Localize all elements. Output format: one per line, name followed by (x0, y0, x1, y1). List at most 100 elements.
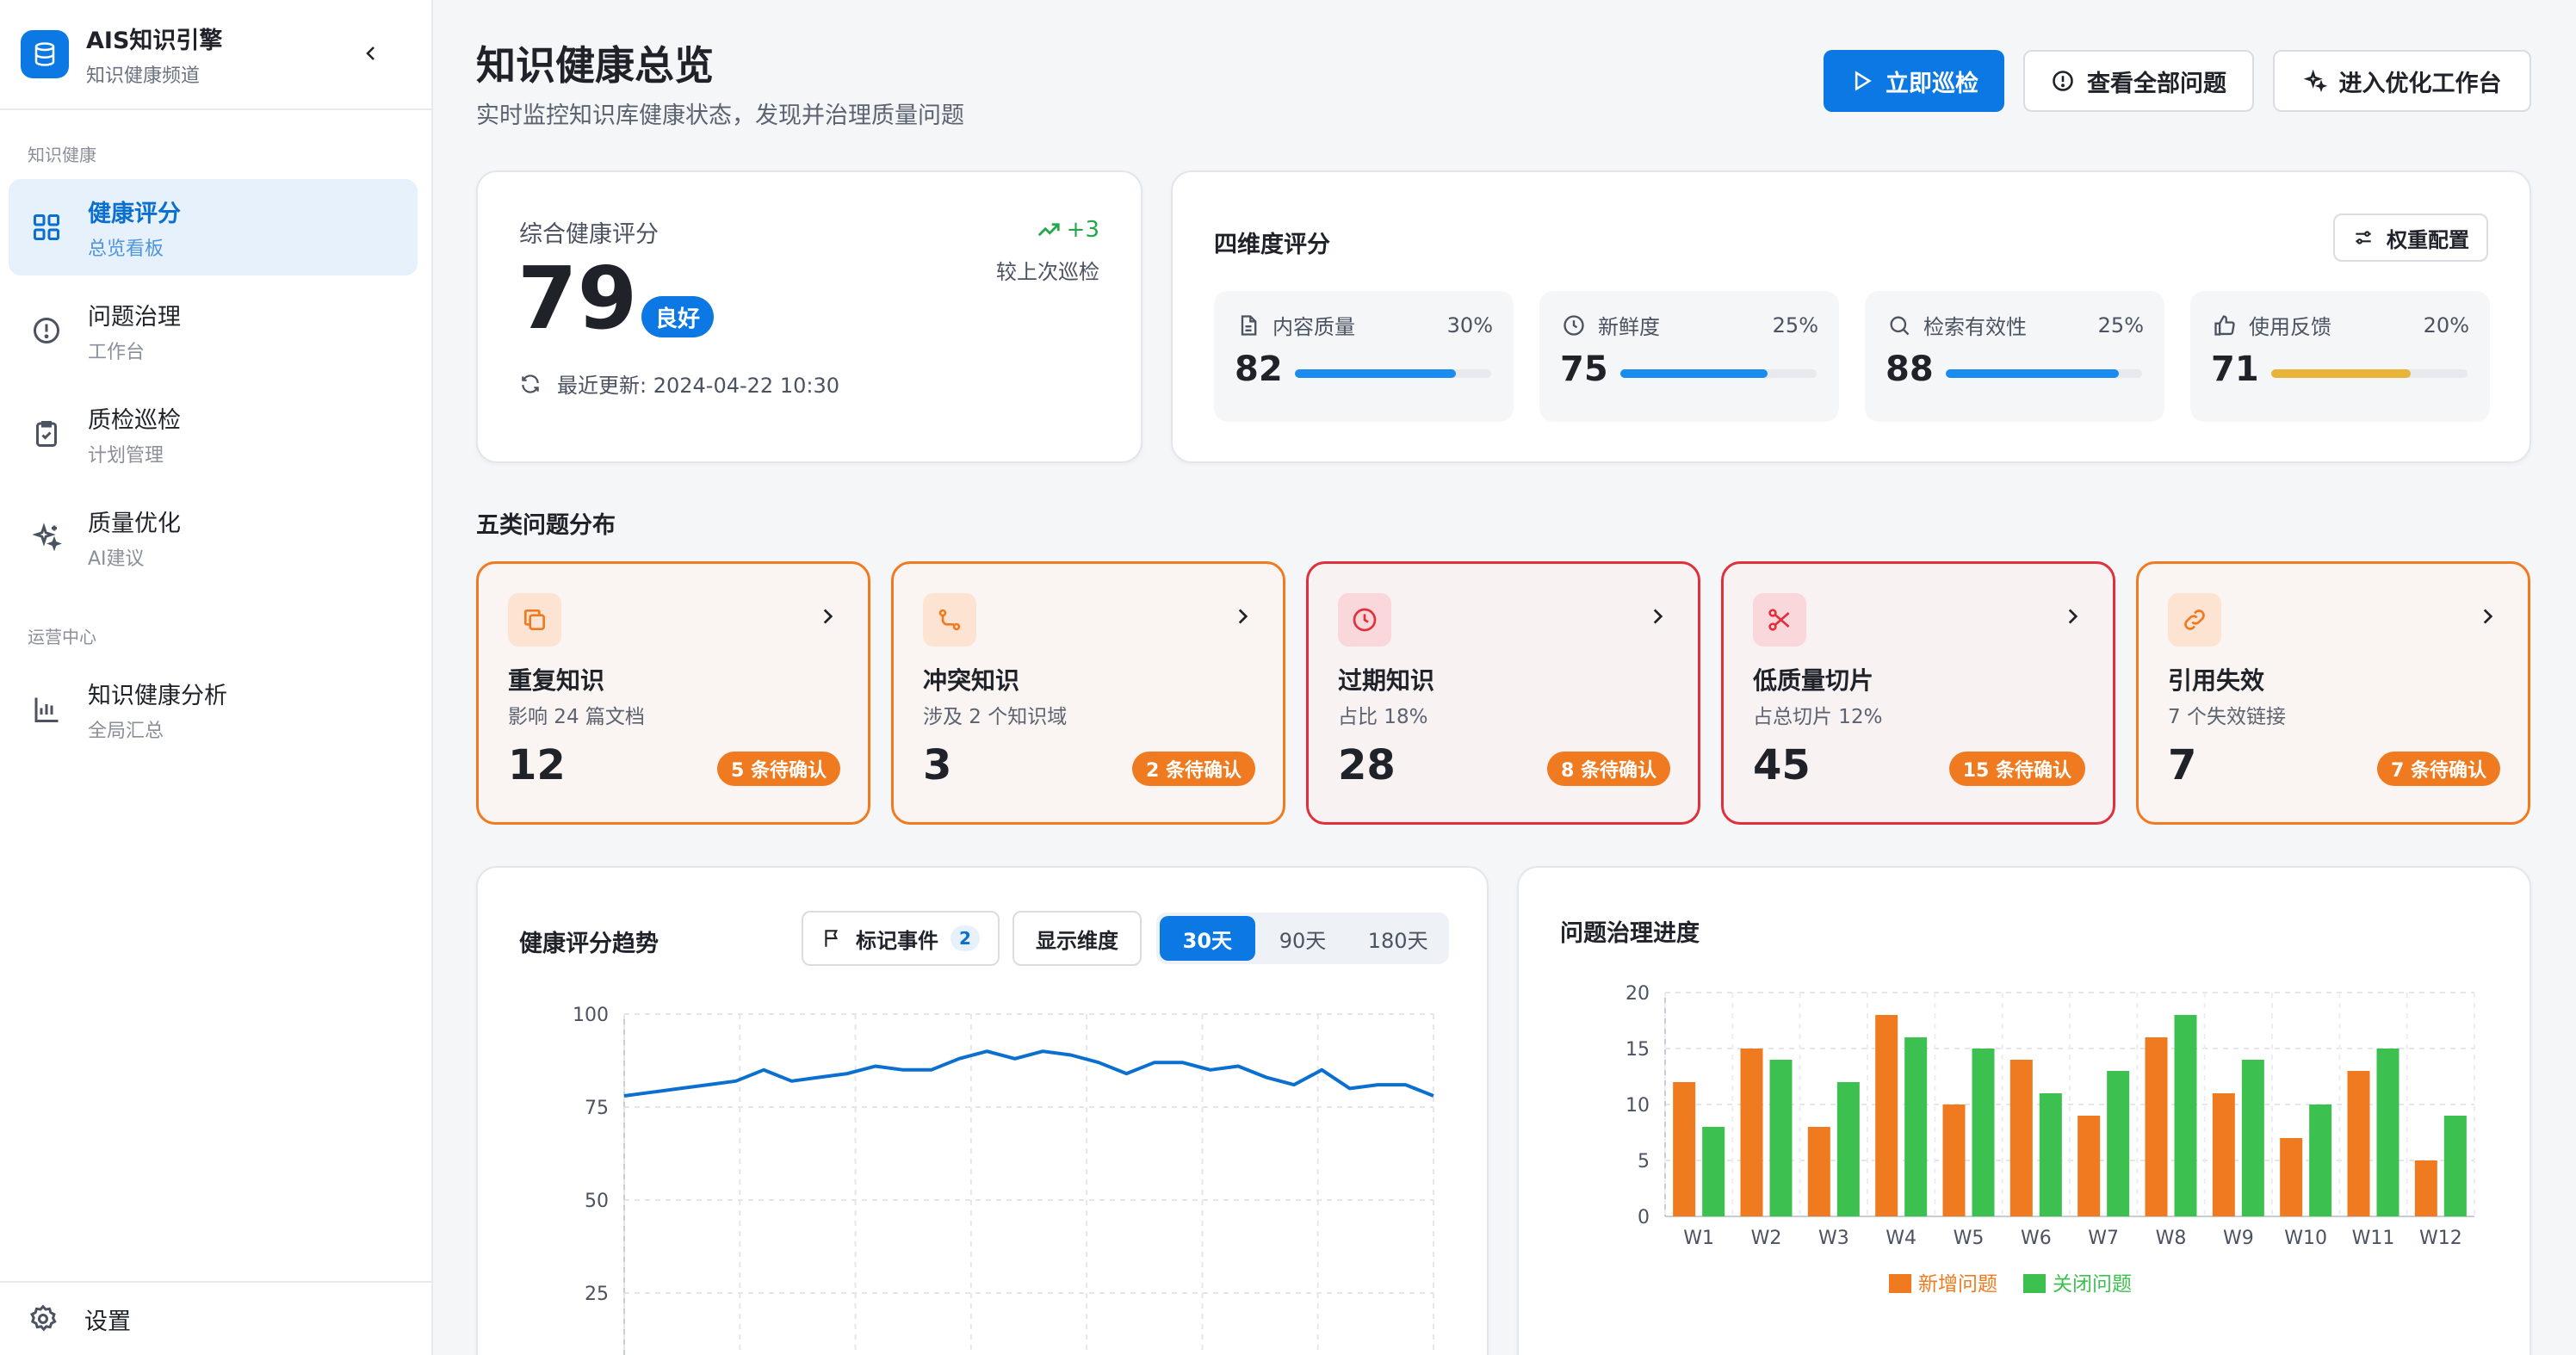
y-tick-label: 10 (1625, 1095, 1650, 1117)
view-all-issues-button[interactable]: 查看全部问题 (2023, 50, 2254, 112)
mark-event-label: 标记事件 (856, 928, 938, 953)
bar-closed (1972, 1049, 1995, 1216)
issue-card-expired[interactable]: 过期知识 占比 18% 28 8 条待确认 (1306, 561, 1700, 825)
dimension-name: 检索有效性 (1923, 315, 2027, 339)
issue-name: 引用失效 (2168, 666, 2265, 695)
range-180d[interactable]: 180天 (1350, 916, 1446, 961)
bar-new (1673, 1082, 1696, 1216)
sparkles-icon (29, 520, 64, 554)
issue-desc: 占比 18% (1338, 706, 1428, 728)
sidebar-item-label: 问题治理 (88, 303, 181, 331)
alert-circle-icon (2053, 71, 2073, 91)
score-label: 综合健康评分 (519, 221, 659, 248)
dimension-name: 新鲜度 (1598, 315, 1660, 339)
issue-card-conflict[interactable]: 冲突知识 涉及 2 个知识域 3 2 条待确认 (891, 561, 1285, 825)
score-delta: +3 (1036, 217, 1099, 243)
dimension-progress-fill (1620, 369, 1768, 378)
dimension-progress-fill (1295, 369, 1456, 378)
range-30d[interactable]: 30天 (1160, 916, 1255, 961)
score-delta-label: 较上次巡检 (996, 260, 1099, 284)
sidebar-item-quality-optimize[interactable]: 质量优化 AI建议 (9, 489, 418, 585)
optimize-workbench-button[interactable]: 进入优化工作台 (2273, 50, 2531, 112)
overall-score-card: 综合健康评分 79 良好 +3 较上次巡检 最近更新: 2024-04-22 1… (476, 170, 1142, 463)
sidebar-item-health-analysis[interactable]: 知识健康分析 全局汇总 (9, 661, 418, 758)
patrol-now-button[interactable]: 立即巡检 (1824, 50, 2004, 112)
issue-progress-card: 问题治理进度 20 15 10 5 0 W1 W2 W3 W4 W5 W6 W7 W8 W9 W10 W11 W… (1517, 866, 2531, 1355)
sidebar-item-quality-patrol[interactable]: 质检巡检 计划管理 (9, 386, 418, 482)
issue-count: 7 (2168, 741, 2197, 789)
x-tick-label: W7 (2088, 1228, 2119, 1249)
dimension-retrieval: 检索有效性 25% 88 (1865, 291, 2164, 422)
bar-closed (2174, 1015, 2197, 1216)
brand-subtitle: 知识健康频道 (86, 65, 201, 87)
range-90d[interactable]: 90天 (1255, 916, 1351, 961)
bar-new (2347, 1071, 2370, 1216)
issue-pending-badge: 8 条待确认 (1547, 752, 1670, 786)
sparkles-icon (2303, 69, 2327, 93)
show-dimensions-label: 显示维度 (1036, 928, 1118, 953)
bar-closed (1702, 1127, 1725, 1216)
sidebar-item-label: 质量优化 (88, 510, 181, 537)
legend-label: 关闭问题 (2053, 1273, 2132, 1296)
dimension-progress-fill (1946, 369, 2119, 378)
search-icon (1890, 316, 1910, 335)
issue-name: 低质量切片 (1753, 666, 1874, 695)
brand-header: AIS知识引擎 知识健康频道 (0, 0, 431, 110)
y-tick-label: 5 (1638, 1151, 1650, 1172)
legend-swatch (1889, 1274, 1911, 1293)
section-title-knowledge-health: 知识健康 (28, 145, 96, 165)
weight-config-button[interactable]: 权重配置 (2333, 213, 2488, 262)
mark-event-button[interactable]: 标记事件 2 (802, 911, 1000, 966)
bar-closed (1904, 1037, 1928, 1216)
settings-button[interactable]: 设置 (0, 1281, 431, 1355)
legend-label: 新增问题 (1918, 1273, 1997, 1296)
sidebar-item-sub: AI建议 (88, 548, 145, 570)
copy-icon (508, 593, 561, 647)
sidebar-item-label: 质检巡检 (88, 406, 181, 434)
issue-card-low-quality[interactable]: 低质量切片 占总切片 12% 45 15 条待确认 (1721, 561, 2115, 825)
issue-desc: 7 个失效链接 (2168, 706, 2286, 728)
issue-card-broken-reference[interactable]: 引用失效 7 个失效链接 7 7 条待确认 (2136, 561, 2530, 825)
issue-count: 28 (1338, 741, 1396, 789)
sidebar-item-health-score[interactable]: 健康评分 总览看板 (9, 179, 418, 275)
chevron-right-icon (1653, 609, 1663, 624)
refresh-icon (522, 374, 539, 393)
score-value: 79 (517, 248, 638, 349)
y-tick-label: 50 (585, 1191, 609, 1212)
section-title-operations: 运营中心 (28, 627, 96, 647)
bar-new (2078, 1116, 2101, 1216)
y-tick-label: 100 (573, 1005, 609, 1026)
scissors-icon (1753, 593, 1806, 647)
score-badge: 良好 (641, 296, 715, 337)
issue-pending-badge: 5 条待确认 (717, 752, 840, 786)
bar-chart-icon (29, 692, 64, 727)
issue-card-duplicate[interactable]: 重复知识 影响 24 篇文档 12 5 条待确认 (476, 561, 870, 825)
show-dimensions-button[interactable]: 显示维度 (1012, 911, 1142, 966)
range-selector: 30天 90天 180天 (1156, 913, 1449, 964)
dimension-content-quality: 内容质量 30% 82 (1214, 291, 1514, 422)
x-tick-label: W1 (1683, 1228, 1714, 1249)
clipboard-check-icon (29, 417, 64, 451)
chevron-left-icon (366, 46, 375, 60)
y-tick-label: 25 (585, 1284, 609, 1305)
bar-closed (2241, 1060, 2264, 1216)
issue-pending-badge: 15 条待确认 (1948, 752, 2085, 786)
x-tick-label: W5 (1954, 1228, 1985, 1249)
chevron-right-icon (1238, 609, 1248, 624)
y-tick-label: 75 (585, 1098, 609, 1119)
dimension-feedback: 使用反馈 20% 71 (2190, 291, 2490, 422)
dashboard-icon (29, 210, 64, 244)
last-updated: 最近更新: 2024-04-22 10:30 (519, 368, 839, 399)
dimension-freshness: 新鲜度 25% 75 (1539, 291, 1839, 422)
dimension-name: 内容质量 (1273, 315, 1355, 339)
progress-title: 问题治理进度 (1560, 920, 1700, 947)
sidebar-item-sub: 总览看板 (88, 238, 164, 260)
sidebar-item-issue-governance[interactable]: 问题治理 工作台 (9, 282, 418, 379)
collapse-sidebar-button[interactable] (354, 36, 388, 71)
issue-desc: 影响 24 篇文档 (508, 706, 645, 728)
thumbs-up-icon (2214, 314, 2235, 336)
x-tick-label: W11 (2352, 1228, 2395, 1249)
clock-icon (1338, 593, 1391, 647)
sliders-icon (2356, 231, 2371, 244)
dimension-weight: 25% (2097, 312, 2144, 337)
